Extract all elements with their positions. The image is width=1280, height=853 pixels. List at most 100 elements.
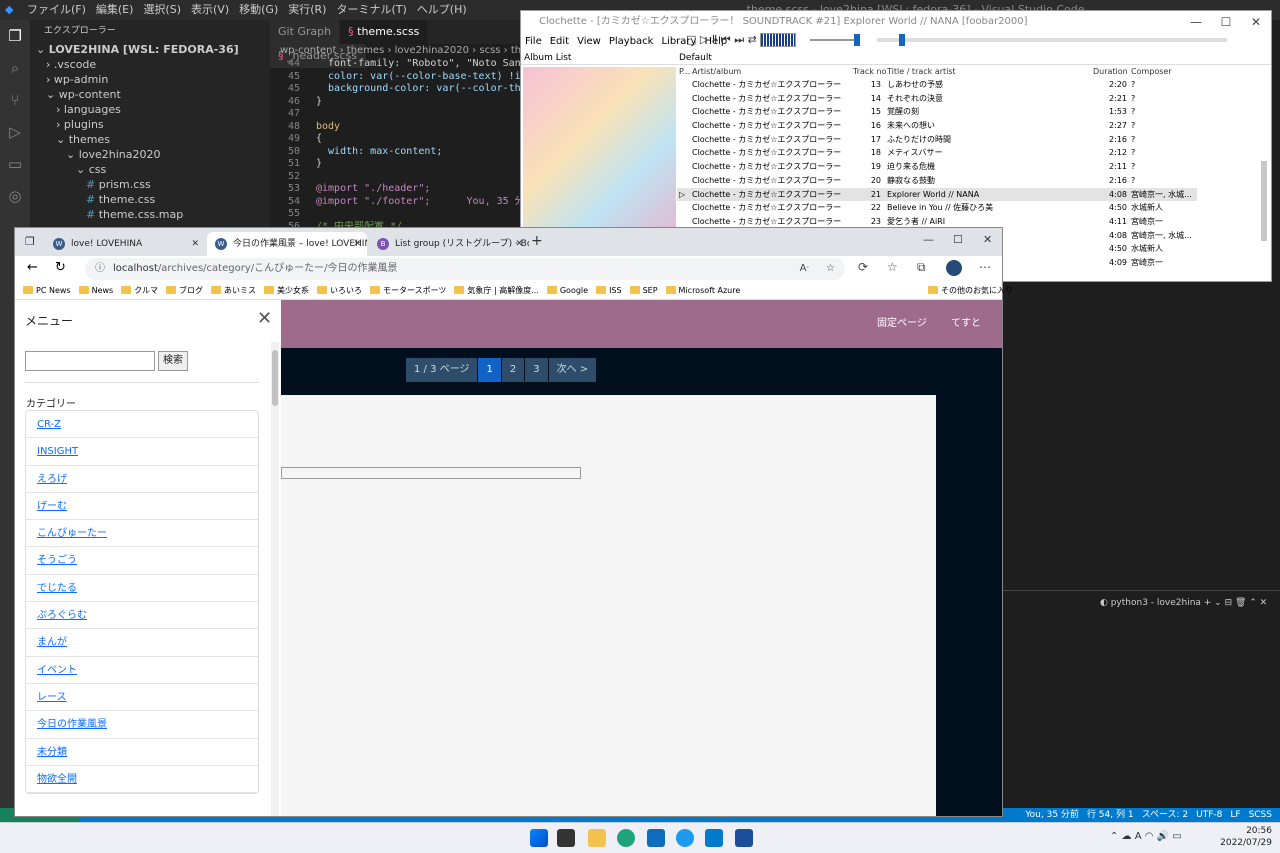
menu-item[interactable]: 選択(S) bbox=[138, 0, 186, 20]
column-header[interactable]: Title / track artist bbox=[887, 66, 956, 78]
seek-bar[interactable] bbox=[877, 34, 1228, 46]
favorite-link[interactable]: 美少女系 bbox=[263, 282, 309, 300]
tree-item[interactable]: › plugins bbox=[30, 117, 270, 132]
playlist-row[interactable]: Clochette - カミカゼ☆エクスプローラー！ SOU... 13 しあわせの… bbox=[677, 78, 1197, 92]
category-link[interactable]: INSIGHT bbox=[26, 438, 258, 466]
default-playlist-tab[interactable]: Default bbox=[679, 51, 712, 65]
favorite-link[interactable]: ISS bbox=[596, 282, 622, 300]
tree-item[interactable]: › wp-admin bbox=[30, 72, 270, 87]
favorite-link[interactable]: モータースポーツ bbox=[369, 282, 446, 300]
page-link[interactable]: 3 bbox=[525, 358, 548, 382]
more-menu-icon[interactable]: ⋯ bbox=[979, 260, 991, 274]
column-header[interactable]: Track no bbox=[853, 66, 886, 78]
favorite-link[interactable]: PC News bbox=[23, 282, 71, 300]
tab-actions-icon[interactable]: ❐ bbox=[25, 235, 35, 248]
column-header[interactable]: Composer bbox=[1131, 66, 1172, 78]
edge-icon[interactable] bbox=[617, 829, 635, 847]
system-tray[interactable]: ⌃ ☁ A ◠ 🔊 ▭ bbox=[1110, 831, 1182, 842]
tree-item[interactable]: ⌄ wp-content bbox=[30, 87, 270, 102]
search-icon[interactable]: ⌕ bbox=[0, 52, 30, 84]
random-icon[interactable]: ⇄ bbox=[748, 33, 757, 46]
playlist-row[interactable]: Clochette - カミカゼ☆エクスプローラー！ SOU... 18 メティスバ… bbox=[677, 146, 1197, 160]
search-input[interactable] bbox=[25, 351, 155, 371]
menu-item[interactable]: 移動(G) bbox=[234, 0, 283, 20]
status-item[interactable]: LF bbox=[1230, 810, 1240, 820]
category-link[interactable]: ぷろぐらむ bbox=[26, 602, 258, 630]
menu-item[interactable]: ヘルプ(H) bbox=[412, 0, 472, 20]
nav-test-link[interactable]: てすと bbox=[951, 300, 981, 348]
tab-theme-scss[interactable]: § theme.scss bbox=[340, 20, 429, 44]
favorite-link[interactable]: SEP bbox=[629, 282, 658, 300]
tree-item[interactable]: # prism.css bbox=[30, 177, 270, 192]
favorites-icon[interactable]: ☆ bbox=[887, 260, 898, 274]
volume-slider[interactable] bbox=[809, 34, 860, 46]
menu-item[interactable]: 実行(R) bbox=[283, 0, 331, 20]
category-link[interactable]: 今日の作業風景 bbox=[26, 711, 258, 739]
category-link[interactable]: でじたる bbox=[26, 575, 258, 603]
menu-item[interactable]: 表示(V) bbox=[186, 0, 234, 20]
refresh-icon[interactable]: ↻ bbox=[55, 260, 66, 275]
category-link[interactable]: まんが bbox=[26, 629, 258, 657]
favorite-link[interactable]: いろいろ bbox=[316, 282, 362, 300]
stop-icon[interactable]: □ bbox=[686, 33, 696, 46]
nav-fixed-page-link[interactable]: 固定ページ bbox=[877, 300, 927, 348]
close-icon[interactable]: ✕ bbox=[1241, 11, 1271, 33]
column-header[interactable]: Duration bbox=[1093, 66, 1128, 78]
maximize-icon[interactable]: ☐ bbox=[953, 233, 963, 246]
search-button[interactable]: 検索 bbox=[158, 351, 188, 371]
new-tab-icon[interactable]: + bbox=[531, 233, 543, 249]
playlist-row[interactable]: Clochette - カミカゼ☆エクスプローラー！ SOU... 16 未来への想… bbox=[677, 119, 1197, 133]
browser-tab-bootstrap[interactable]: B List group (リストグループ) · Bootstra✕ bbox=[369, 232, 529, 256]
status-item[interactable]: UTF-8 bbox=[1196, 810, 1222, 820]
url-bar[interactable]: ⓘ localhost/archives/category/こんぴゅーたー/今日… bbox=[85, 258, 845, 280]
menu-item[interactable]: File bbox=[521, 33, 546, 51]
source-control-icon[interactable]: ⑂ bbox=[0, 84, 30, 116]
playlist-row[interactable]: Clochette - カミカゼ☆エクスプローラー！ SOU... 22 Belie… bbox=[677, 201, 1197, 215]
edge-devtools-icon[interactable]: ◎ bbox=[0, 180, 30, 212]
profile-avatar[interactable] bbox=[946, 260, 962, 276]
breadcrumb[interactable]: wp-content › themes › love2hina2020 › sc… bbox=[270, 44, 520, 58]
column-header[interactable]: P... bbox=[679, 66, 690, 78]
tree-item[interactable]: ⌄ themes bbox=[30, 132, 270, 147]
collections-icon[interactable]: ⧉ bbox=[917, 260, 926, 275]
task-view-icon[interactable] bbox=[557, 829, 575, 847]
playlist-row[interactable]: Clochette - カミカゼ☆エクスプローラー！ SOU... 17 ふたりだけ… bbox=[677, 133, 1197, 147]
page-link[interactable]: 1 bbox=[478, 358, 501, 382]
back-icon[interactable]: ← bbox=[27, 260, 38, 275]
tree-item[interactable]: ⌄ love2hina2020 bbox=[30, 147, 270, 162]
category-link[interactable]: えろげ bbox=[26, 466, 258, 493]
close-tab-icon[interactable]: ✕ bbox=[353, 232, 361, 256]
status-item[interactable]: スペース: 2 bbox=[1142, 810, 1189, 820]
status-item[interactable]: 行 54, 列 1 bbox=[1087, 810, 1134, 820]
close-tab-icon[interactable]: ✕ bbox=[191, 232, 199, 256]
terminal-actions-icon[interactable]: + ⌄ ⊟ 🗑 ⌃ ✕ bbox=[1201, 598, 1267, 608]
explorer-icon[interactable]: ❐ bbox=[0, 20, 30, 52]
menu-item[interactable]: View bbox=[573, 33, 605, 51]
read-aloud-icon[interactable]: Aᐧ bbox=[800, 258, 809, 280]
playlist-row[interactable]: ▷ Clochette - カミカゼ☆エクスプローラー！ SOU... 21 Expl… bbox=[677, 187, 1197, 202]
close-icon[interactable]: ✕ bbox=[983, 233, 992, 246]
maximize-icon[interactable]: ☐ bbox=[1211, 11, 1241, 33]
favorite-link[interactable]: あいミス bbox=[210, 282, 256, 300]
minimize-icon[interactable]: — bbox=[1181, 11, 1211, 33]
run-debug-icon[interactable]: ▷ bbox=[0, 116, 30, 148]
menu-item[interactable]: 編集(E) bbox=[91, 0, 139, 20]
browser-tab-lovehina[interactable]: Wlove! LOVEHINA ✕ bbox=[45, 232, 205, 256]
favorite-link[interactable]: ブログ bbox=[165, 282, 203, 300]
other-favorites[interactable]: その他のお気に入り bbox=[928, 282, 1013, 300]
remote-explorer-icon[interactable]: ▭ bbox=[0, 148, 30, 180]
favorite-link[interactable]: News bbox=[78, 282, 113, 300]
browser-tab-work-scene[interactable]: W 今日の作業風景 – love! LOVEHINA ✕ bbox=[207, 232, 367, 256]
category-link[interactable]: イベント bbox=[26, 657, 258, 684]
clock[interactable]: 20:56 2022/07/29 bbox=[1220, 825, 1272, 849]
pause-icon[interactable]: Ⅱ bbox=[712, 33, 717, 46]
playlist-row[interactable]: Clochette - カミカゼ☆エクスプローラー！ SOU... 15 覚醒の刻 1… bbox=[677, 105, 1197, 119]
category-link[interactable]: 未分類 bbox=[26, 739, 258, 766]
favorite-link[interactable]: Google bbox=[546, 282, 588, 300]
category-link[interactable]: CR-Z bbox=[26, 411, 258, 439]
menu-item[interactable]: Playback bbox=[605, 33, 658, 51]
category-link[interactable]: こんぴゅーたー bbox=[26, 520, 258, 548]
favorite-link[interactable]: クルマ bbox=[121, 282, 158, 300]
tree-item[interactable]: › .vscode bbox=[30, 57, 270, 72]
file-explorer-icon[interactable] bbox=[588, 829, 606, 847]
